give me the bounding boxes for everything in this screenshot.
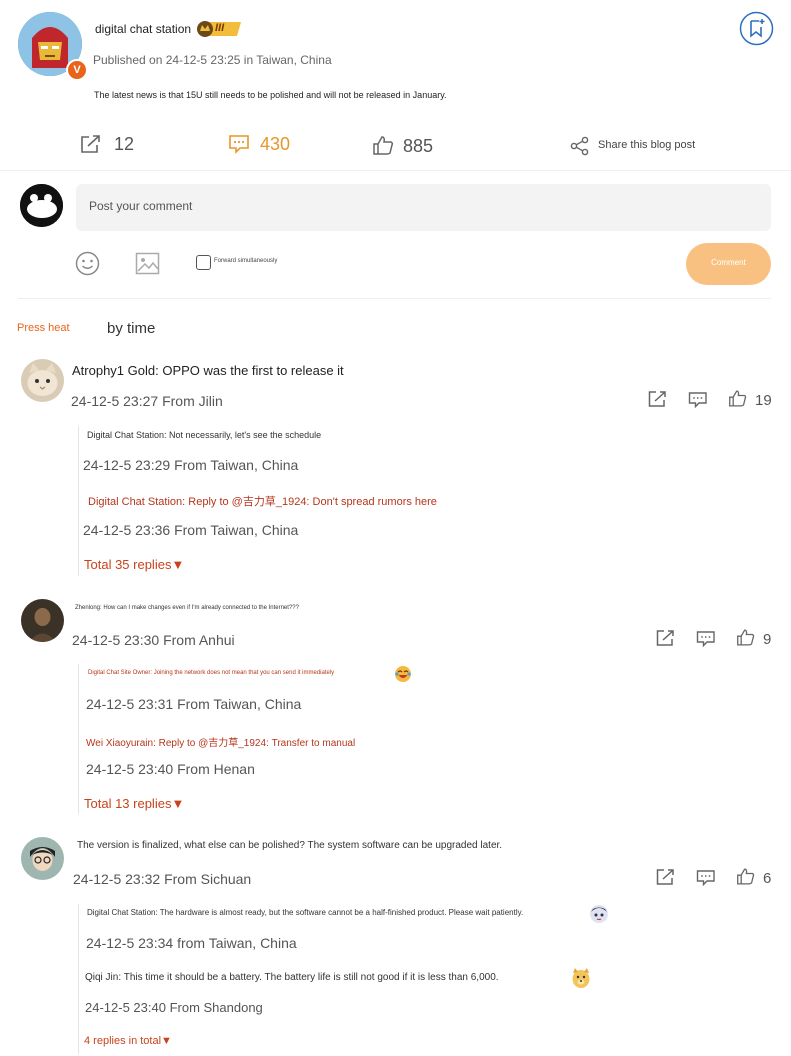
image-icon[interactable] <box>135 251 160 276</box>
repost-icon[interactable] <box>80 134 102 154</box>
divider <box>18 298 771 299</box>
comment-like-icon[interactable] <box>728 389 747 408</box>
comment-reply-icon[interactable] <box>688 391 708 409</box>
reply-text: Digital Chat Station: The hardware is al… <box>87 908 524 917</box>
comment-meta: 24-12-5 23:32 From Sichuan <box>73 871 252 887</box>
emoji-icon[interactable] <box>75 251 100 276</box>
reply-text: Qiqi Jin: This time it should be a batte… <box>85 972 499 983</box>
comment-like-icon[interactable] <box>736 628 755 647</box>
reply-meta: 24-12-5 23:40 From Henan <box>86 761 255 777</box>
level-badge: III <box>195 20 243 38</box>
comment-submit-label: Comment <box>711 258 746 267</box>
comment-text: Atrophy1 Gold: OPPO was the first to rel… <box>72 363 344 378</box>
comment-text: The version is finalized, what else can … <box>77 840 503 851</box>
comment-like-count[interactable]: 19 <box>755 392 772 409</box>
reply-meta: 24-12-5 23:40 From Shandong <box>85 1000 263 1015</box>
reply-text: Digital Chat Station: Not necessarily, l… <box>87 430 322 440</box>
divider <box>0 170 791 171</box>
laughing-emoji-icon <box>394 665 412 683</box>
reply-thread-line <box>78 904 79 1054</box>
comment-repost-icon[interactable] <box>656 629 676 647</box>
comment-like-icon[interactable] <box>736 867 755 886</box>
reply-thread-line <box>78 664 79 814</box>
comment-count[interactable]: 430 <box>260 134 290 155</box>
bookmark-icon[interactable] <box>739 11 774 46</box>
sticker-emoji-icon <box>589 904 609 924</box>
author-name[interactable]: digital chat station <box>95 22 191 36</box>
commenter-avatar[interactable] <box>21 359 64 402</box>
publish-info: Published on 24-12-5 23:25 in Taiwan, Ch… <box>93 53 332 67</box>
comment-reply-icon[interactable] <box>696 630 716 648</box>
doge-emoji-icon <box>571 967 591 989</box>
like-count[interactable]: 885 <box>403 136 433 157</box>
forward-checkbox[interactable] <box>196 255 211 270</box>
commenter-avatar[interactable] <box>21 599 64 642</box>
reply-text: Digital Chat Site Owner: Joining the net… <box>88 670 335 676</box>
like-icon[interactable] <box>372 135 394 156</box>
comment-input-placeholder: Post your comment <box>89 199 193 213</box>
level-badge-text: III <box>215 22 225 34</box>
comment-meta: 24-12-5 23:30 From Anhui <box>72 632 235 648</box>
reply-text: Wei Xiaoyurain: Reply to @吉力草_1924: Tran… <box>86 738 356 749</box>
comment-meta: 24-12-5 23:27 From Jilin <box>71 393 223 409</box>
verified-badge: V <box>66 59 88 81</box>
comment-like-count[interactable]: 9 <box>763 631 771 648</box>
user-avatar[interactable] <box>20 184 63 227</box>
reply-meta: 24-12-5 23:34 from Taiwan, China <box>86 935 297 951</box>
comment-repost-icon[interactable] <box>656 868 676 886</box>
comment-submit-button[interactable]: Comment <box>686 243 771 285</box>
total-replies-link[interactable]: 4 replies in total▼ <box>84 1035 172 1047</box>
reply-thread-line <box>78 426 79 576</box>
reply-meta: 24-12-5 23:29 From Taiwan, China <box>83 457 299 473</box>
comment-repost-icon[interactable] <box>648 390 668 408</box>
share-label[interactable]: Share this blog post <box>598 139 695 151</box>
forward-label: Forward simultaneously <box>214 258 278 264</box>
reply-text: Digital Chat Station: Reply to @吉力草_1924… <box>88 496 437 508</box>
comment-input[interactable]: Post your comment <box>76 184 771 231</box>
post-text: The latest news is that 15U still needs … <box>94 90 447 100</box>
sort-time-tab[interactable]: by time <box>107 320 155 337</box>
total-replies-link[interactable]: Total 35 replies▼ <box>84 557 184 572</box>
share-icon[interactable] <box>570 136 590 156</box>
repost-count[interactable]: 12 <box>114 134 134 155</box>
total-replies-link[interactable]: Total 13 replies▼ <box>84 796 184 811</box>
comment-reply-icon[interactable] <box>696 869 716 887</box>
comment-text: Zhenlong: How can I make changes even if… <box>75 605 299 611</box>
comment-icon[interactable] <box>228 133 250 155</box>
comment-like-count[interactable]: 6 <box>763 870 771 887</box>
sort-hot-tab[interactable]: Press heat <box>17 322 70 334</box>
commenter-avatar[interactable] <box>21 837 64 880</box>
reply-meta: 24-12-5 23:31 From Taiwan, China <box>86 696 302 712</box>
reply-meta: 24-12-5 23:36 From Taiwan, China <box>83 522 299 538</box>
